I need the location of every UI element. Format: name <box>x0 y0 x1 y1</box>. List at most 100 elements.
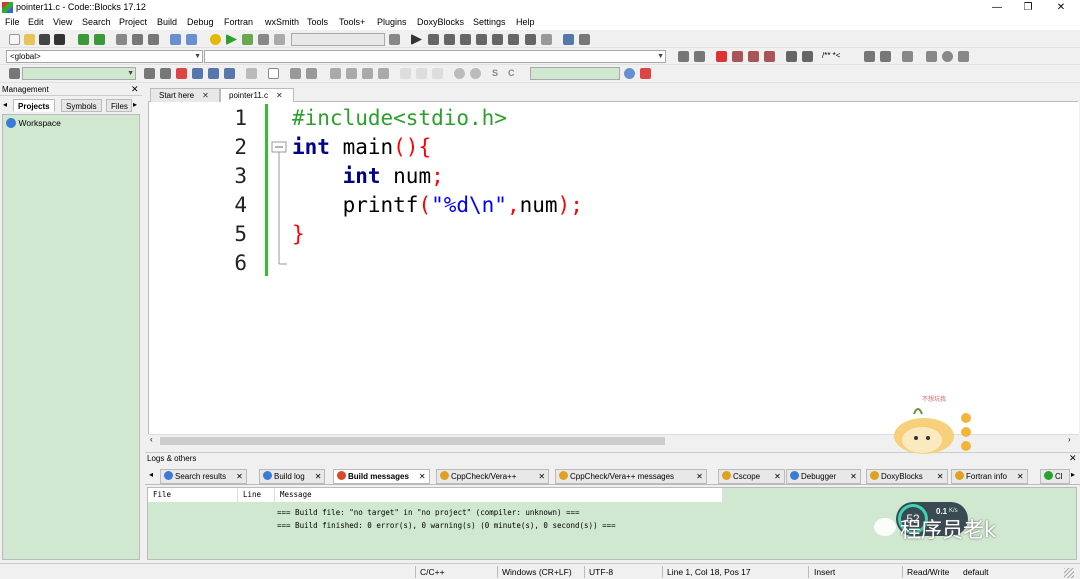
tab-scroll-right-icon[interactable]: ▸ <box>133 100 137 109</box>
tab-scroll-left-icon[interactable]: ◂ <box>149 470 153 479</box>
tab-scroll-left-icon[interactable]: ◂ <box>3 100 7 109</box>
code-completion-select[interactable]: ▼ <box>22 67 136 80</box>
menu-wxsmith[interactable]: wxSmith <box>265 17 299 27</box>
debug-run-icon[interactable] <box>411 34 422 45</box>
build-gear-icon[interactable] <box>210 34 221 45</box>
build-message[interactable]: === Build file: "no target" in "no proje… <box>277 508 580 517</box>
block-2-icon[interactable] <box>416 68 427 79</box>
column-header-file[interactable]: File <box>148 488 238 502</box>
close-tab-icon[interactable]: ✕ <box>202 91 209 100</box>
function-select[interactable]: ▼ <box>204 50 666 63</box>
redo-icon[interactable] <box>94 34 105 45</box>
menu-edit[interactable]: Edit <box>28 17 44 27</box>
zoom-in-icon[interactable] <box>454 68 465 79</box>
close-tab-icon[interactable]: ✕ <box>1017 472 1024 481</box>
close-icon[interactable]: ✕ <box>131 84 139 95</box>
scroll-right-icon[interactable]: › <box>1068 435 1071 444</box>
tab-search-results[interactable]: Search results ✕ <box>160 469 247 484</box>
close-tab-icon[interactable]: ✕ <box>315 472 322 481</box>
layout-3-icon[interactable] <box>362 68 373 79</box>
step-into-icon[interactable] <box>460 34 471 45</box>
next-line-icon[interactable] <box>444 34 455 45</box>
close-tab-icon[interactable]: ✕ <box>696 472 703 481</box>
highlight-icon[interactable] <box>786 51 797 62</box>
tab-doxyblocks[interactable]: DoxyBlocks ✕ <box>866 469 948 484</box>
stop-debug-icon[interactable] <box>541 34 552 45</box>
column-header-line[interactable]: Line <box>238 488 275 502</box>
column-header-message[interactable]: Message <box>275 488 723 502</box>
close-tab-icon[interactable]: ✕ <box>937 472 944 481</box>
abort-icon[interactable] <box>274 34 285 45</box>
search-icon[interactable] <box>624 68 635 79</box>
search-select[interactable] <box>530 67 620 80</box>
close-button[interactable]: ✕ <box>1046 0 1076 15</box>
build-run-icon[interactable] <box>242 34 253 45</box>
settings-wrench-icon[interactable] <box>902 51 913 62</box>
menu-build[interactable]: Build <box>157 17 177 27</box>
scope-select[interactable]: <global> ▼ <box>6 50 203 63</box>
block-3-icon[interactable] <box>432 68 443 79</box>
paste-icon[interactable] <box>148 34 159 45</box>
code-line[interactable]: int main(){ <box>292 135 431 159</box>
tab-projects[interactable]: Projects <box>13 99 55 112</box>
run-icon[interactable] <box>226 34 237 45</box>
layout-1-icon[interactable] <box>330 68 341 79</box>
menu-view[interactable]: View <box>53 17 72 27</box>
code-line[interactable]: #include<stdio.h> <box>292 106 507 130</box>
regex-icon[interactable] <box>224 68 235 79</box>
tab-scroll-right-icon[interactable]: ▸ <box>1071 470 1075 479</box>
scroll-left-icon[interactable]: ‹ <box>150 435 153 444</box>
save-all-icon[interactable] <box>54 34 65 45</box>
tab-debugger[interactable]: Debugger ✕ <box>786 469 861 484</box>
close-tab-icon[interactable]: ✕ <box>774 472 781 481</box>
menu-help[interactable]: Help <box>516 17 535 27</box>
panel-split-icon[interactable] <box>306 68 317 79</box>
build-target-select[interactable] <box>291 33 385 46</box>
find-icon[interactable] <box>170 34 181 45</box>
nav-prev-icon[interactable] <box>926 51 937 62</box>
jump-forward-icon[interactable] <box>694 51 705 62</box>
menu-search[interactable]: Search <box>82 17 111 27</box>
doxy-run-icon[interactable] <box>880 51 891 62</box>
brush-icon[interactable] <box>176 68 187 79</box>
tab-files[interactable]: Files <box>106 99 132 112</box>
debug-info-icon[interactable] <box>579 34 590 45</box>
select-arrow-icon[interactable] <box>246 68 257 79</box>
layout-4-icon[interactable] <box>378 68 389 79</box>
copy-icon[interactable] <box>132 34 143 45</box>
code-completion-icon[interactable] <box>9 68 20 79</box>
code-line[interactable]: } <box>292 222 305 246</box>
run-to-cursor-icon[interactable] <box>428 34 439 45</box>
step-out-icon[interactable] <box>476 34 487 45</box>
save-icon[interactable] <box>39 34 50 45</box>
new-file-icon[interactable] <box>9 34 20 45</box>
scroll-thumb[interactable] <box>160 437 665 445</box>
close-tab-icon[interactable]: ✕ <box>419 472 426 481</box>
rebuild-icon[interactable] <box>258 34 269 45</box>
back-arrow-icon[interactable] <box>144 68 155 79</box>
doxy-extract-icon[interactable] <box>864 51 875 62</box>
font-icon[interactable] <box>208 68 219 79</box>
tab-start-here[interactable]: Start here ✕ <box>150 88 220 102</box>
search-options-icon[interactable] <box>640 68 651 79</box>
menu-fortran[interactable]: Fortran <box>224 17 253 27</box>
step-into-instruction-icon[interactable] <box>508 34 519 45</box>
bookmark-flag-icon[interactable] <box>716 51 727 62</box>
undo-icon[interactable] <box>78 34 89 45</box>
tab-pointer11-c[interactable]: pointer11.c ✕ <box>220 88 294 102</box>
code-line[interactable]: int num; <box>292 164 444 188</box>
tab-cscope[interactable]: Cscope ✕ <box>718 469 785 484</box>
menu-file[interactable]: File <box>5 17 20 27</box>
menu-debug[interactable]: Debug <box>187 17 214 27</box>
nav-dot-icon[interactable] <box>942 51 953 62</box>
jump-back-icon[interactable] <box>678 51 689 62</box>
tab-build-messages[interactable]: Build messages ✕ <box>333 469 430 484</box>
close-tab-icon[interactable]: ✕ <box>538 472 545 481</box>
menu-doxyblocks[interactable]: DoxyBlocks <box>417 17 464 27</box>
c-letter-icon[interactable]: C <box>508 68 519 79</box>
pause-icon[interactable] <box>525 34 536 45</box>
replace-icon[interactable] <box>186 34 197 45</box>
cut-icon[interactable] <box>116 34 127 45</box>
code-editor[interactable]: 1 2 3 4 5 6 #include<stdio.h> int main(){… <box>148 102 1079 434</box>
s-letter-icon[interactable]: S <box>492 68 503 79</box>
